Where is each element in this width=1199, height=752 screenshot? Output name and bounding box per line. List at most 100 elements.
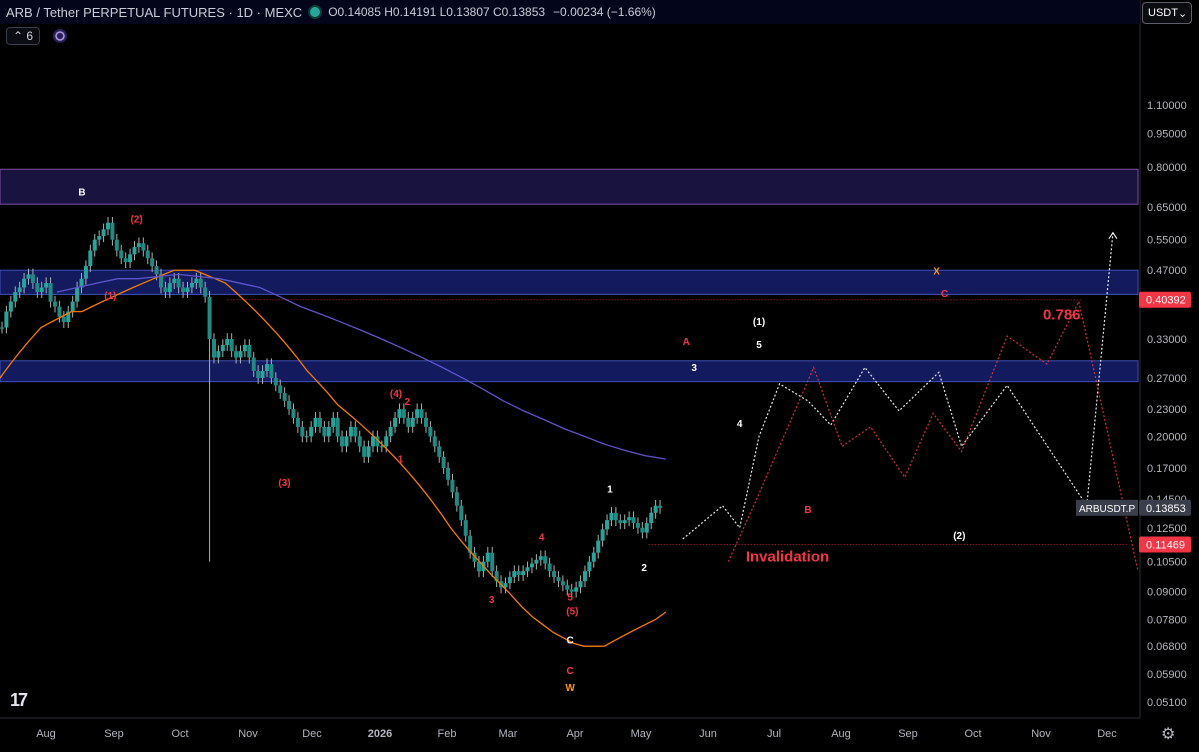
candle-body [30,274,35,284]
candle-body [326,426,331,437]
candle-body [123,258,128,263]
candle-body [653,505,658,513]
candle-body [591,552,596,562]
candle-body [251,357,256,371]
candle-body [198,278,203,288]
projection-path-1 [727,299,1139,572]
price-tick-label: 0.07800 [1147,614,1187,626]
price-tick-label: 0.05900 [1147,669,1187,681]
candle-body [141,243,146,251]
candle-body [242,344,247,352]
wave-label: 0.786 [1043,306,1081,323]
candle-body [507,577,512,584]
time-tick-label: Aug [36,728,56,740]
candle-body [216,351,221,358]
candle-body [313,417,318,427]
wave-label: C [941,289,948,300]
candle-body [393,417,398,427]
candle-body [596,540,601,553]
price-tick-label: 0.47000 [1147,265,1187,277]
wave-label: (4) [390,389,402,400]
candle-body [4,311,9,328]
candle-body [388,426,393,437]
wave-label: 3 [489,595,495,606]
candle-body [366,446,371,457]
price-tick-label: 0.95000 [1147,128,1187,140]
candle-body [57,306,62,317]
candle-body [490,552,495,572]
candle-body [220,344,225,352]
candle-body [463,520,468,536]
candle-body [635,523,640,528]
candle-body [39,287,44,293]
price-chart[interactable]: B(2)(1)(3)(4)21345(5)CCW12345(1)ABXC(2)0… [0,0,1199,752]
candle-body [83,266,88,279]
tradingview-logo-icon[interactable]: 17 [10,690,28,711]
candle-body [282,392,287,401]
time-tick-label: Aug [831,728,851,740]
candle-body [534,559,539,564]
wave-label: (2) [130,215,142,226]
candle-body [110,222,115,240]
candle-body [587,561,592,572]
candle-body [525,567,530,572]
symbol-title[interactable]: ARB / Tether PERPETUAL FUTURES · 1D · ME… [6,5,302,20]
sync-icon[interactable] [52,28,68,44]
candle-body [61,316,66,323]
candle-body [446,467,451,480]
candle-body [516,571,521,576]
candle-body [521,571,526,576]
candle-body [172,278,177,284]
wave-label: B [78,188,85,199]
candle-body [211,338,216,358]
ohlc-readout: O0.14085 H0.14191 L0.13807 C0.13853 [328,5,546,19]
candle-body [538,556,543,560]
candle-body [459,505,464,521]
change-readout: −0.00234 (−1.66%) [553,5,656,19]
price-tick-label: 0.55000 [1147,235,1187,247]
price-tick-label: 0.05100 [1147,697,1187,709]
candle-body [26,274,31,279]
wave-label: 2 [405,397,411,408]
indicator-bar: ⌃ 6 [6,27,68,45]
candle-body [167,283,172,293]
candle-body [613,512,618,521]
candle-body [247,344,252,358]
wave-label: (2) [953,531,965,542]
wave-label: (5) [566,607,578,618]
gear-icon[interactable]: ⚙ [1161,724,1175,744]
wave-label: 5 [756,340,762,351]
wave-label: 1 [398,454,404,465]
candle-body [189,283,194,288]
indicators-toggle[interactable]: ⌃ 6 [6,27,41,45]
candle-body [552,571,557,578]
candle-body [176,278,181,288]
candle-body [48,283,53,302]
candle-body [181,287,186,293]
candle-body [256,370,261,379]
candle-body [17,287,22,293]
time-tick-label: Sep [104,728,124,740]
candle-body [70,301,75,312]
candle-body [379,446,384,448]
price-label: 0.13853 [1146,503,1186,515]
candle-body [543,556,548,564]
candle-body [229,338,234,352]
candle-body [136,243,141,247]
candle-body [618,520,623,524]
candle-body [291,409,296,418]
candle-body [565,585,570,590]
candle-body [437,446,442,457]
candle-body [340,436,345,447]
candle-body [88,250,93,267]
candle-body [52,301,57,307]
candle-body [353,426,358,437]
currency-selector[interactable]: USDT ⌄ [1142,2,1192,24]
price-tick-label: 0.23000 [1147,404,1187,416]
candle-body [97,236,102,240]
candle-body [658,505,663,508]
wave-label: C [567,635,574,646]
time-tick-label: Dec [1097,728,1117,740]
wave-label: W [565,683,575,694]
candle-body [331,417,336,427]
